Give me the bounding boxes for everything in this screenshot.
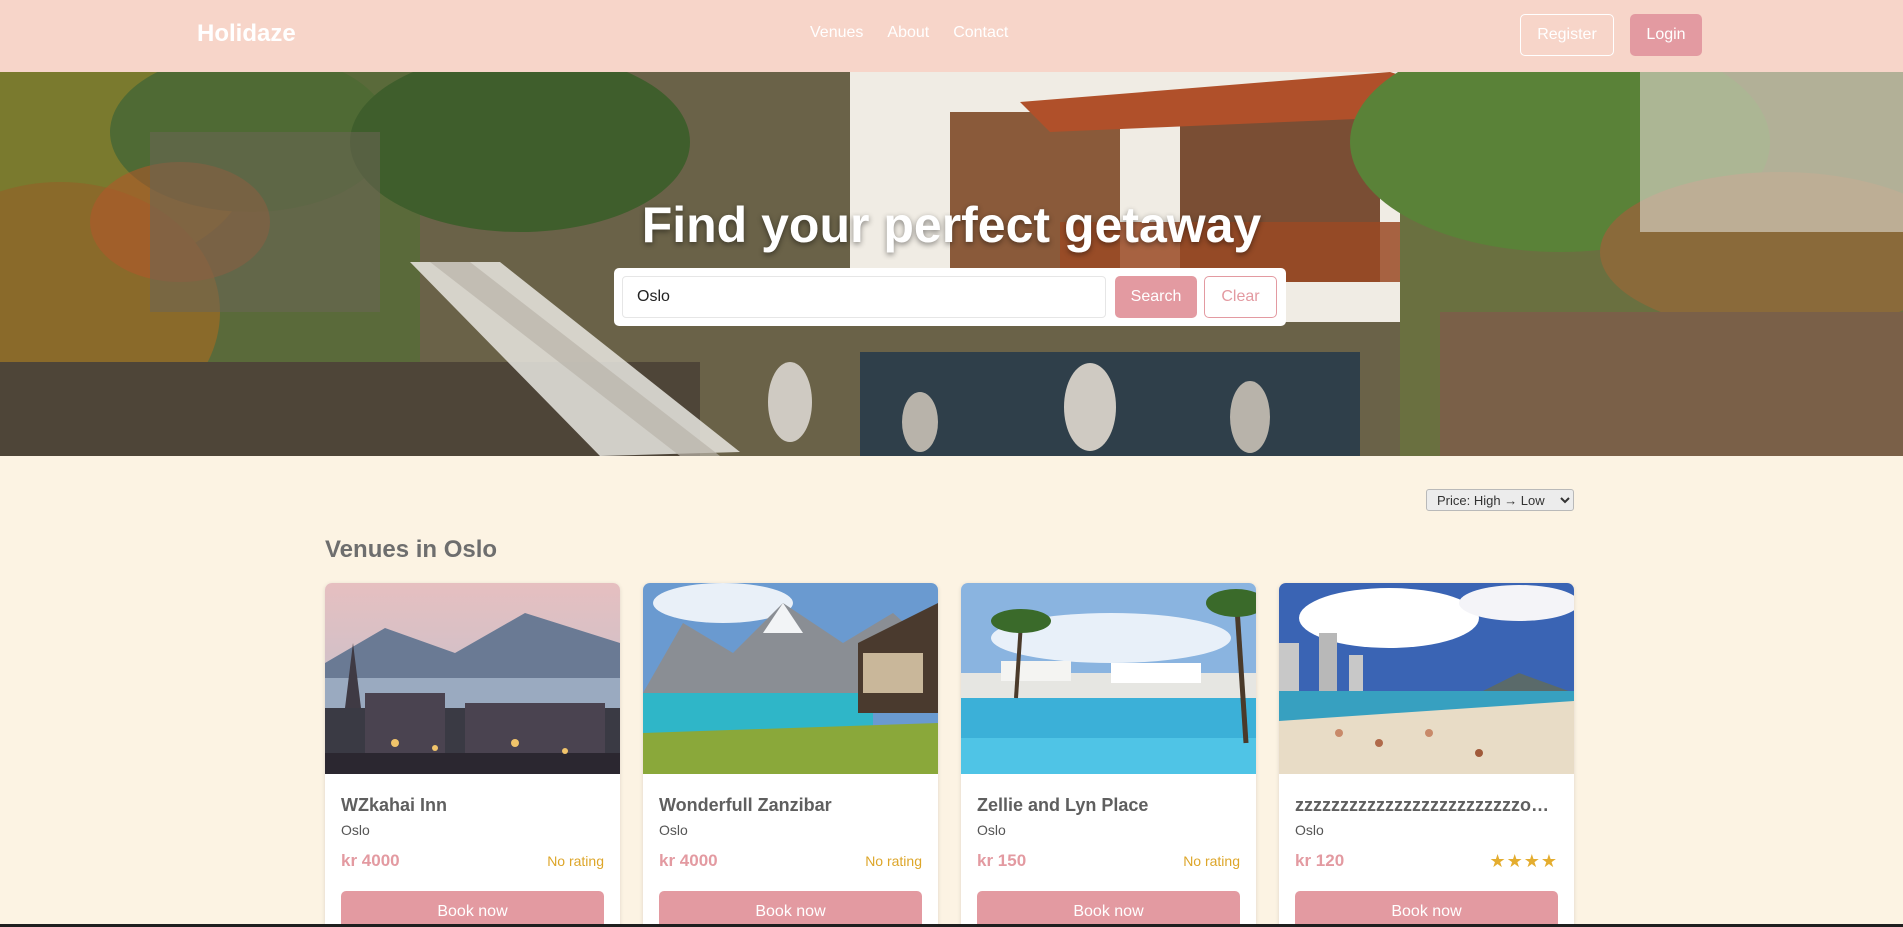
book-now-button[interactable]: Book now [1295, 891, 1558, 927]
search-button[interactable]: Search [1115, 276, 1197, 318]
nav-link-contact[interactable]: Contact [953, 24, 1008, 42]
venue-image [325, 583, 620, 774]
venue-name: Zellie and Lyn Place [977, 795, 1149, 815]
register-button[interactable]: Register [1520, 14, 1614, 56]
venue-card[interactable]: zzzzzzzzzzzzzzzzzzzzzzzzzooo... Oslo kr … [1279, 583, 1574, 927]
clear-button[interactable]: Clear [1204, 276, 1277, 318]
book-now-button[interactable]: Book now [977, 891, 1240, 927]
venue-rating-stars: ★★★★ [1489, 851, 1558, 871]
section-title: Venues in Oslo [325, 536, 498, 563]
nav-link-venues[interactable]: Venues [810, 24, 863, 42]
nav-links: Venues About Contact [810, 24, 1008, 42]
search-input[interactable] [622, 276, 1106, 318]
venue-price: kr 4000 [659, 851, 718, 870]
search-box: Search Clear [614, 268, 1286, 326]
hero-title: Find your perfect getaway [641, 197, 1262, 253]
venue-image [1279, 583, 1574, 774]
venue-name: Wonderfull Zanzibar [659, 795, 832, 815]
venue-card[interactable]: Wonderfull Zanzibar Oslo kr 4000 No rati… [643, 583, 938, 927]
venue-price: kr 150 [977, 851, 1027, 870]
hero-banner: Find your perfect getaway Search Clear [0, 72, 1903, 456]
login-button[interactable]: Login [1630, 14, 1702, 56]
venue-image [643, 583, 938, 774]
brand-logo[interactable]: Holidaze [197, 20, 296, 48]
venue-price: kr 120 [1295, 851, 1345, 870]
venue-city: Oslo [341, 822, 370, 838]
venue-rating: No rating [865, 853, 922, 869]
sort-select[interactable]: Price: High → Low [1426, 489, 1574, 511]
venue-city: Oslo [977, 822, 1006, 838]
venue-rating: No rating [1183, 853, 1240, 869]
venue-city: Oslo [659, 822, 688, 838]
top-navbar: Holidaze Venues About Contact Register L… [0, 0, 1903, 72]
book-now-button[interactable]: Book now [659, 891, 922, 927]
venue-image [961, 583, 1256, 774]
venue-name: WZkahai Inn [341, 795, 448, 815]
venue-city: Oslo [1295, 822, 1324, 838]
venue-card[interactable]: Zellie and Lyn Place Oslo kr 150 No rati… [961, 583, 1256, 927]
nav-link-about[interactable]: About [887, 24, 929, 42]
venue-rating: No rating [547, 853, 604, 869]
hero-background-image [0, 72, 1903, 456]
venue-price: kr 4000 [341, 851, 400, 870]
venue-name: zzzzzzzzzzzzzzzzzzzzzzzzzooo... [1295, 795, 1558, 815]
venue-card[interactable]: WZkahai Inn Oslo kr 4000 No rating Book … [325, 583, 620, 927]
book-now-button[interactable]: Book now [341, 891, 604, 927]
